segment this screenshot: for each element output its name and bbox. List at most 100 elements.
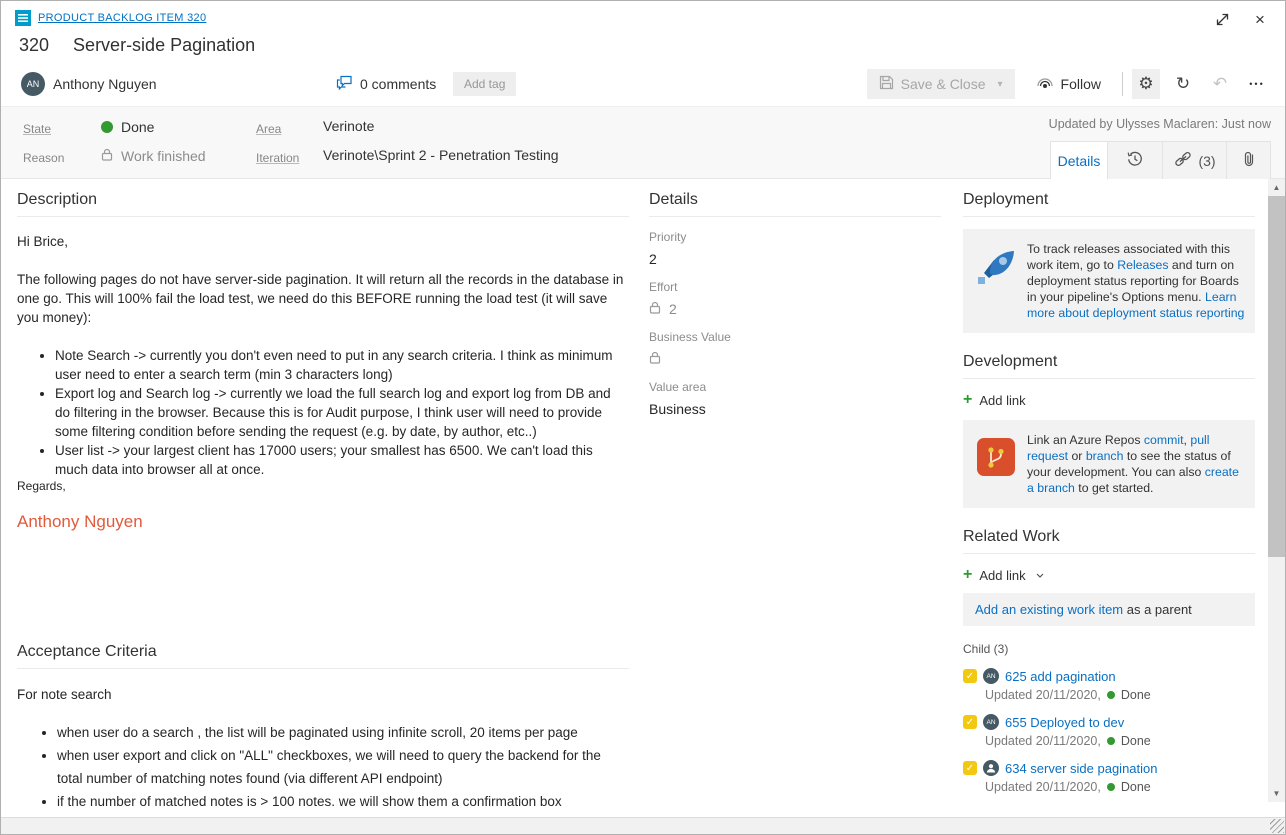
links-icon (1173, 151, 1193, 170)
child-work-item-link[interactable]: 634 server side pagination (1005, 761, 1158, 776)
comments-count: 0 comments (360, 76, 436, 92)
description-bullet-list: Note Search -> currently you don't even … (55, 346, 629, 479)
state-value: Done (121, 119, 154, 135)
child-work-item: ✓ AN 655 Deployed to dev Updated 20/11/2… (963, 714, 1255, 748)
tab-attachments[interactable] (1227, 141, 1271, 179)
releases-link[interactable]: Releases (1117, 258, 1168, 272)
scrollbar-down-icon[interactable]: ▼ (1268, 785, 1285, 802)
description-signature: Anthony Nguyen (17, 512, 629, 531)
state-field[interactable]: Done (101, 119, 154, 135)
description-editor[interactable]: Hi Brice, The following pages do not hav… (17, 232, 629, 531)
description-bullet: Note Search -> currently you don't even … (55, 346, 629, 384)
description-bullet: Export log and Search log -> currently w… (55, 384, 629, 441)
assignee-avatar: AN (21, 72, 45, 96)
iteration-field[interactable]: Verinote\Sprint 2 - Penetration Testing (323, 147, 559, 163)
acceptance-bullet: if the number of matched notes is > 100 … (57, 790, 629, 813)
effort-field: 2 (649, 300, 941, 317)
development-text: or (1068, 449, 1086, 463)
task-icon: ✓ (963, 715, 977, 729)
branch-link[interactable]: branch (1086, 449, 1124, 463)
area-label: Area (256, 122, 281, 136)
related-work-heading: Related Work (963, 528, 1255, 554)
done-dot-icon (1107, 783, 1115, 791)
details-heading: Details (649, 191, 941, 217)
comment-icon (336, 75, 353, 93)
tab-history[interactable] (1108, 141, 1163, 179)
state-done-dot-icon (101, 121, 113, 133)
description-heading: Description (17, 191, 629, 217)
follow-label: Follow (1061, 76, 1101, 92)
product-backlog-item-icon (15, 10, 31, 26)
undo-icon[interactable]: ↶ (1206, 69, 1234, 99)
follow-eye-icon (1036, 76, 1054, 93)
updated-by-text: Updated by Ulysses Maclaren: Just now (1049, 117, 1271, 131)
tab-links[interactable]: (3) (1163, 141, 1227, 179)
description-bullet: User list -> your largest client has 170… (55, 441, 629, 479)
priority-field[interactable]: 2 (649, 250, 941, 267)
refresh-icon[interactable]: ↻ (1169, 69, 1197, 99)
business-value-label: Business Value (649, 330, 941, 344)
child-state: Done (1121, 734, 1151, 748)
plus-icon: + (963, 392, 972, 408)
child-work-item: ✓ 634 server side pagination Updated 20/… (963, 760, 1255, 794)
tab-details[interactable]: Details (1050, 141, 1108, 179)
pipelines-rocket-icon (973, 241, 1019, 321)
save-dropdown-caret-icon[interactable]: ▾ (998, 79, 1003, 90)
details-column: Details Priority 2 Effort 2 Business Val… (649, 179, 941, 417)
more-actions-icon[interactable]: ••• (1243, 69, 1271, 99)
follow-button[interactable]: Follow (1024, 69, 1113, 99)
acceptance-bullet-list: when user do a search , the list will be… (57, 721, 629, 813)
commit-link[interactable]: commit (1144, 433, 1184, 447)
child-state: Done (1121, 688, 1151, 702)
deployment-info-text: To track releases associated with this w… (1027, 241, 1245, 321)
child-work-item-link[interactable]: 625 add pagination (1005, 669, 1116, 684)
work-item-id: 320 (19, 35, 49, 56)
expand-icon[interactable] (1213, 10, 1231, 28)
development-info-text: Link an Azure Repos commit, pull request… (1027, 432, 1245, 496)
effort-label: Effort (649, 280, 941, 294)
plus-icon: + (963, 567, 972, 583)
add-tag-button[interactable]: Add tag (453, 72, 516, 96)
reason-label: Reason (23, 151, 64, 165)
related-add-link-label: Add link (979, 568, 1025, 583)
resize-grip-icon[interactable] (1270, 819, 1284, 833)
effort-value: 2 (669, 301, 677, 317)
work-item-title[interactable]: Server-side Pagination (73, 35, 255, 56)
scrollbar-up-icon[interactable]: ▲ (1268, 179, 1285, 196)
task-icon: ✓ (963, 669, 977, 683)
add-parent-box: Add an existing work item as a parent (963, 593, 1255, 626)
add-existing-work-item-link[interactable]: Add an existing work item (975, 602, 1123, 617)
child-work-item-link[interactable]: 655 Deployed to dev (1005, 715, 1124, 730)
child-state: Done (1121, 780, 1151, 794)
settings-gear-icon[interactable]: ⚙ (1132, 69, 1160, 99)
development-add-link-button[interactable]: + Add link (963, 392, 1255, 408)
scrollbar-thumb[interactable] (1268, 196, 1285, 557)
deployment-heading: Deployment (963, 191, 1255, 217)
work-item-meta-row: AN Anthony Nguyen 0 comments Add tag Sav… (21, 69, 1285, 99)
work-item-body: Description Hi Brice, The following page… (1, 179, 1285, 817)
state-label: State (23, 122, 51, 136)
save-close-label: Save & Close (901, 76, 986, 92)
breadcrumb-link[interactable]: PRODUCT BACKLOG ITEM 320 (38, 12, 206, 24)
save-close-button[interactable]: Save & Close ▾ (867, 69, 1015, 99)
vertical-scrollbar[interactable]: ▲ ▼ (1268, 179, 1285, 802)
azure-repos-icon (973, 432, 1019, 496)
development-text: to get started. (1075, 481, 1154, 495)
development-heading: Development (963, 353, 1255, 379)
related-add-link-button[interactable]: + Add link (963, 567, 1255, 583)
attachments-paperclip-icon (1241, 150, 1257, 171)
area-field[interactable]: Verinote (323, 118, 374, 134)
child-work-item: ✓ AN 625 add pagination Updated 20/11/20… (963, 668, 1255, 702)
value-area-label: Value area (649, 380, 941, 394)
links-count: (3) (1198, 153, 1215, 169)
close-icon[interactable]: × (1251, 10, 1269, 28)
development-info-box: Link an Azure Repos commit, pull request… (963, 420, 1255, 508)
acceptance-criteria-editor[interactable]: For note search when user do a search , … (17, 683, 629, 813)
lock-icon (101, 148, 113, 164)
child-avatar: AN (983, 714, 999, 730)
chevron-down-icon (1035, 571, 1045, 580)
comments-button[interactable]: 0 comments (336, 69, 436, 99)
value-area-field[interactable]: Business (649, 400, 941, 417)
child-updated-text: Updated 20/11/2020, (985, 734, 1101, 748)
lock-icon (649, 351, 661, 367)
